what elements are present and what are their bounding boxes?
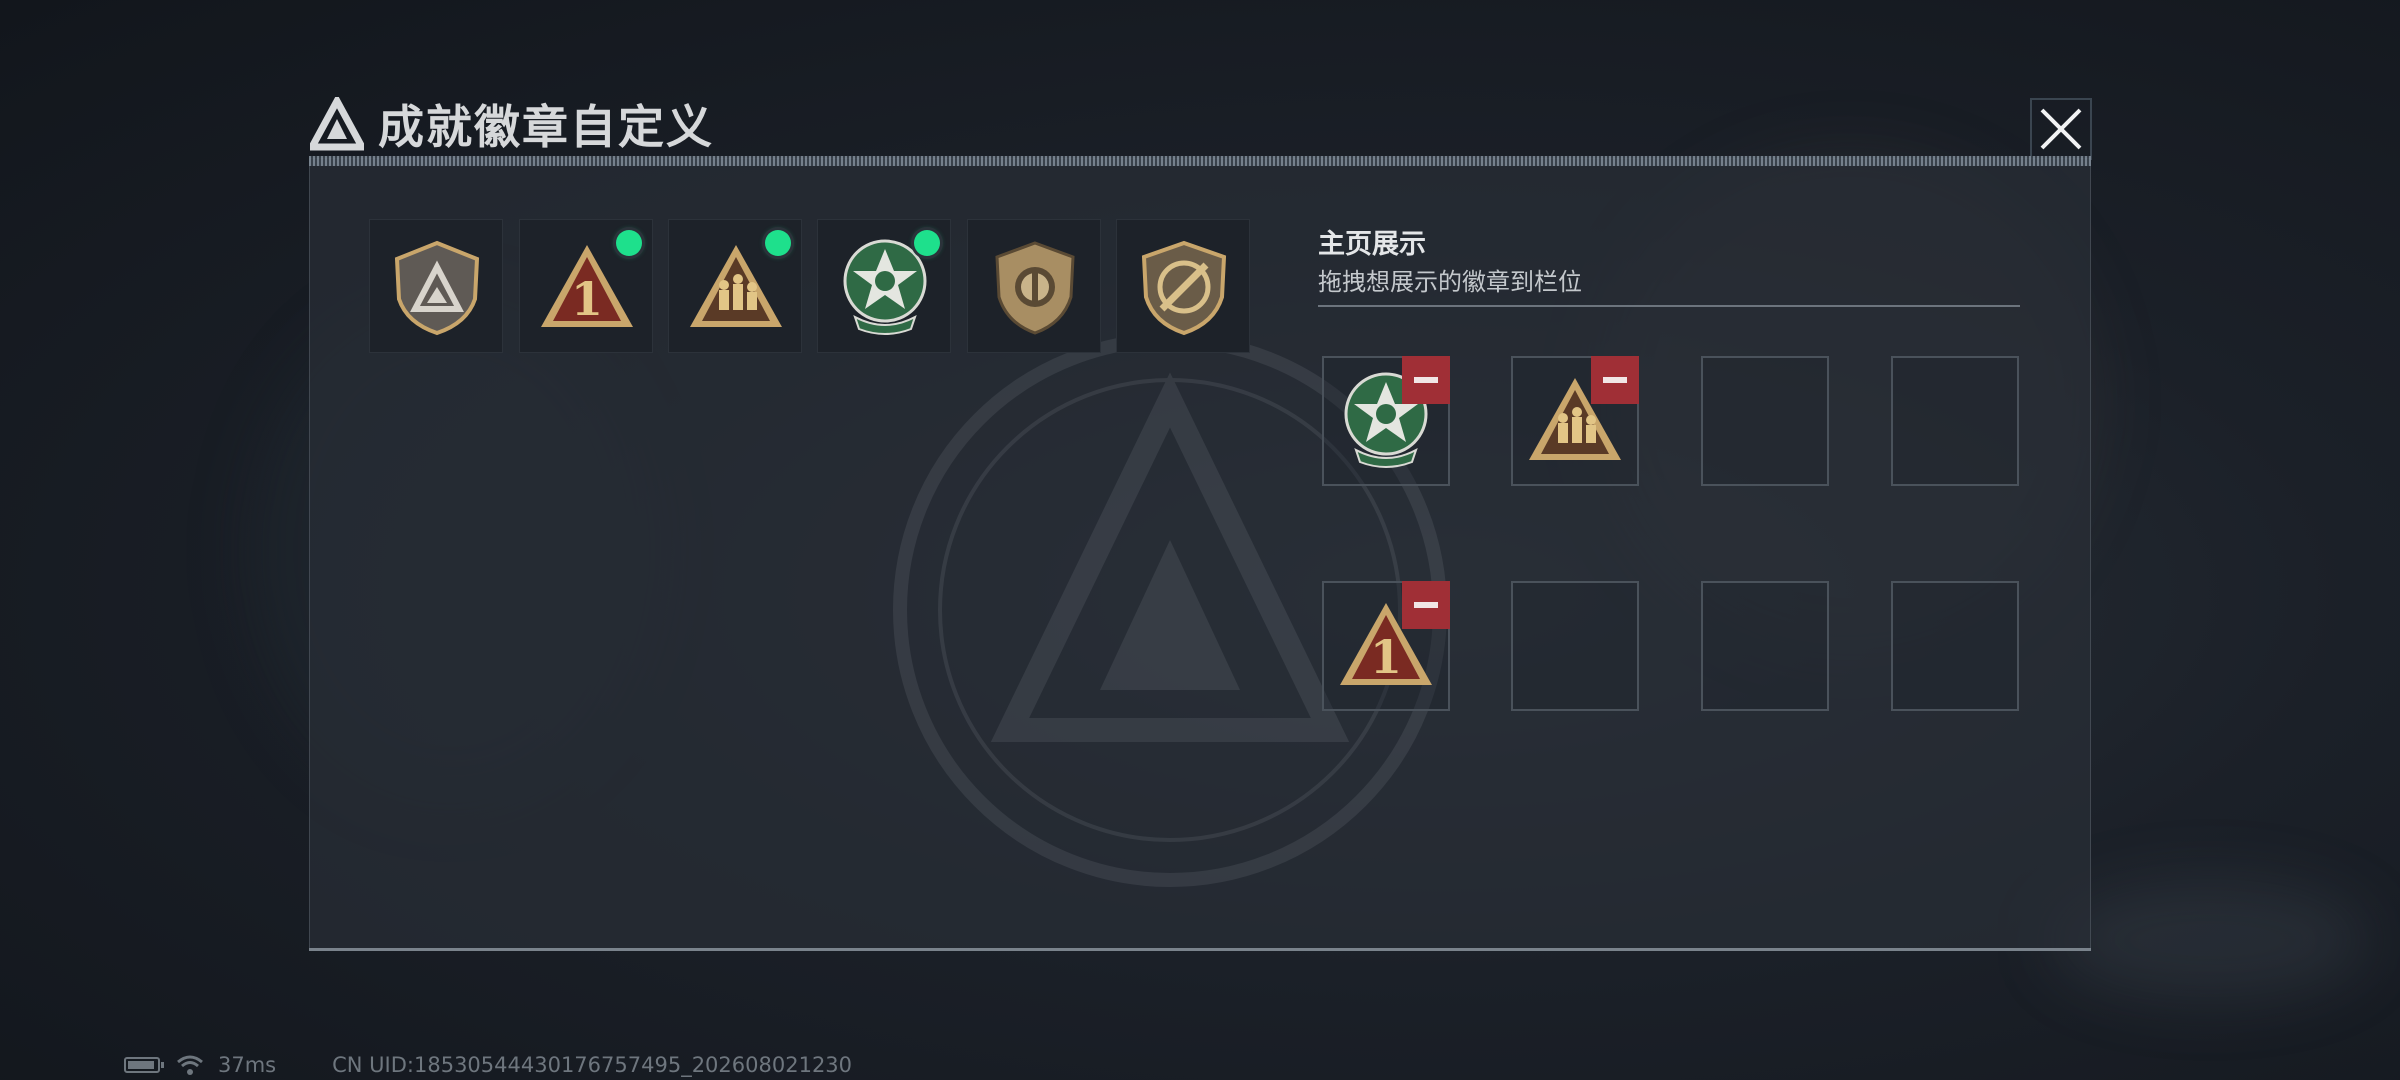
showcase-slot-empty[interactable] — [1701, 356, 1829, 486]
showcase-slot-empty[interactable] — [1701, 581, 1829, 711]
status-bar: 37ms CN UID:18530544430176757495_2026080… — [124, 1052, 852, 1078]
inventory-badge-slot[interactable] — [668, 219, 802, 353]
dialog-header: 成就徽章自定义 — [306, 92, 2096, 156]
inventory-badge-slot[interactable] — [369, 219, 503, 353]
user-uid: CN UID:18530544430176757495_202608021230 — [332, 1053, 853, 1077]
svg-text:1: 1 — [1370, 630, 1402, 684]
shield-logo-badge-icon — [394, 240, 480, 336]
inventory-badge-slot[interactable] — [1116, 219, 1250, 353]
inventory-badge-slot[interactable]: 1 — [519, 219, 653, 353]
dialog-title: 成就徽章自定义 — [378, 100, 714, 154]
remove-badge-button[interactable] — [1402, 581, 1450, 629]
showcase-instructions: 拖拽想展示的徽章到栏位 — [1318, 268, 1582, 296]
wifi-icon — [177, 1055, 203, 1075]
showcase-title: 主页展示 — [1318, 229, 1426, 260]
new-indicator-dot — [765, 230, 791, 256]
remove-badge-button[interactable] — [1591, 356, 1639, 404]
showcase-slot[interactable] — [1511, 356, 1639, 486]
panel-top-border — [309, 156, 2091, 166]
battery-icon — [124, 1057, 164, 1073]
panel-bottom-border — [309, 948, 2091, 951]
showcase-slot-empty[interactable] — [1891, 356, 2019, 486]
showcase-slot[interactable]: 1 — [1322, 581, 1450, 711]
close-icon[interactable] — [2030, 98, 2092, 160]
showcase-slot-empty[interactable] — [1511, 581, 1639, 711]
ping-value: 37ms — [218, 1053, 277, 1077]
shield-emblem-badge-icon — [995, 241, 1075, 335]
shield-knife-badge-icon — [1141, 240, 1227, 336]
divider — [1318, 305, 2020, 307]
showcase-slot-empty[interactable] — [1891, 581, 2019, 711]
game-logo-icon — [310, 97, 364, 151]
svg-text:1: 1 — [571, 272, 603, 326]
new-indicator-dot — [914, 230, 940, 256]
inventory-badge-slot[interactable] — [967, 219, 1101, 353]
inventory-badge-slot[interactable] — [817, 219, 951, 353]
new-indicator-dot — [616, 230, 642, 256]
remove-badge-button[interactable] — [1402, 356, 1450, 404]
showcase-slot[interactable] — [1322, 356, 1450, 486]
background-glow — [2050, 880, 2370, 1000]
